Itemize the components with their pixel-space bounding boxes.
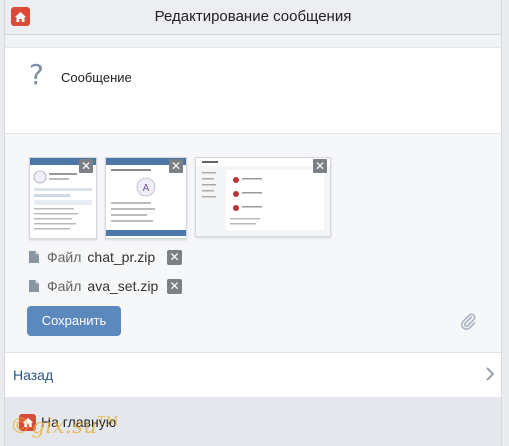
remove-file-button[interactable]: ✕ — [167, 250, 182, 265]
header-bar: Редактирование сообщения — [5, 0, 501, 35]
remove-file-button[interactable]: ✕ — [167, 279, 182, 294]
photo-preview — [196, 158, 330, 236]
remove-photo-button[interactable]: ✕ — [169, 159, 183, 173]
remove-photo-button[interactable]: ✕ — [313, 159, 327, 173]
svg-text:A: A — [143, 183, 150, 194]
file-attachment[interactable]: Файл chat_pr.zip — [29, 248, 155, 266]
save-button[interactable]: Сохранить — [27, 306, 121, 336]
watermark-tm: TM — [97, 414, 119, 428]
message-area[interactable] — [5, 48, 501, 132]
file-label: Файл — [47, 249, 82, 265]
file-label: Файл — [47, 278, 82, 294]
file-attachment[interactable]: Файл ava_set.zip — [29, 277, 158, 295]
paperclip-icon[interactable] — [459, 312, 477, 335]
file-icon — [29, 251, 39, 263]
file-icon — [29, 280, 39, 292]
edit-message-panel: Редактирование сообщения ? Сообщение ✕ A… — [4, 0, 502, 446]
back-link[interactable]: Назад — [5, 352, 501, 398]
photo-attachment[interactable] — [195, 157, 331, 237]
watermark-text: ©gix.su — [10, 414, 98, 438]
file-name[interactable]: chat_pr.zip — [87, 249, 155, 265]
back-label: Назад — [13, 367, 54, 383]
question-icon: ? — [29, 58, 44, 91]
watermark: ©gix.suTM — [10, 414, 119, 438]
page-title: Редактирование сообщения — [154, 8, 352, 25]
home-icon[interactable] — [11, 7, 30, 26]
remove-photo-button[interactable]: ✕ — [79, 159, 93, 173]
section-divider — [5, 35, 501, 48]
message-text[interactable]: Сообщение — [61, 70, 132, 85]
chevron-right-icon — [486, 367, 495, 381]
file-name[interactable]: ava_set.zip — [87, 278, 158, 294]
